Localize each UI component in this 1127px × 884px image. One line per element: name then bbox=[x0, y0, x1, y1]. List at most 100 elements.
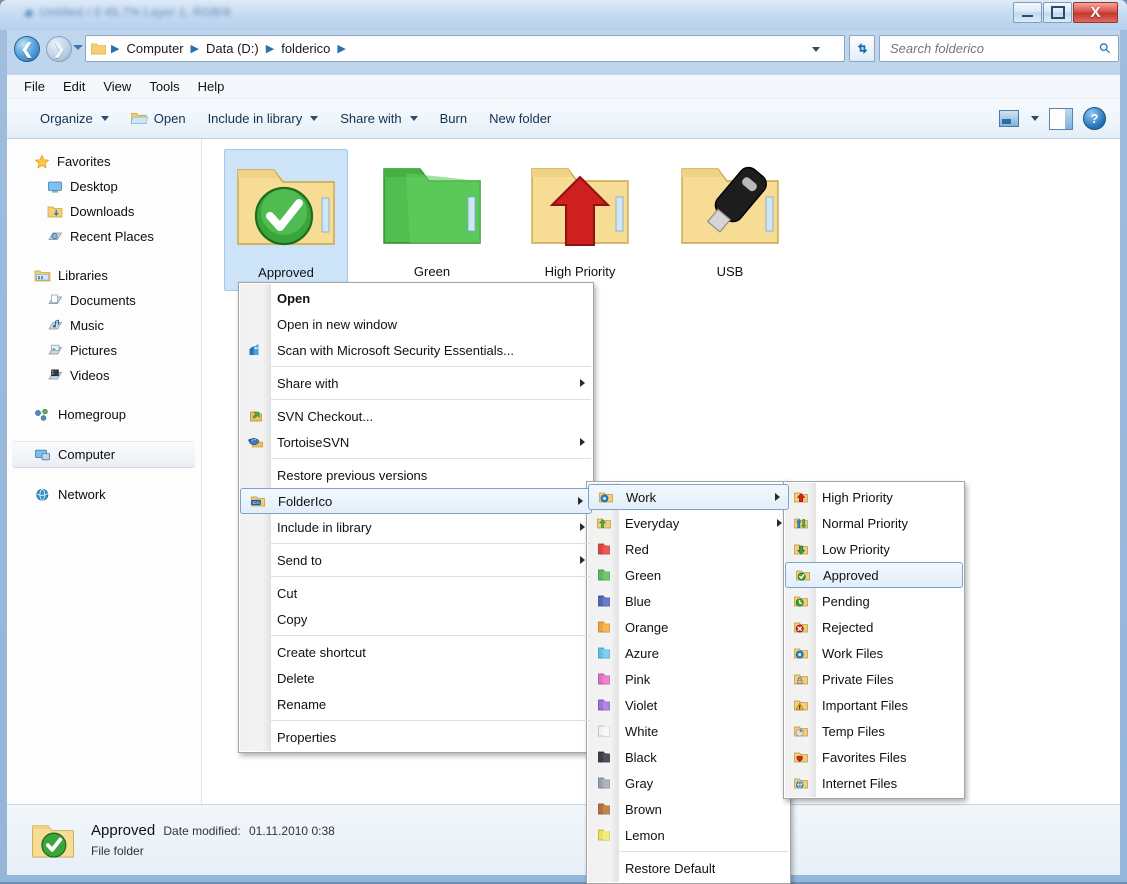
context-menu-item-share-with[interactable]: Share with bbox=[239, 370, 593, 396]
submenu-item-violet[interactable]: Violet bbox=[587, 692, 790, 718]
breadcrumb-item-data-d[interactable]: Data (D:) bbox=[204, 41, 261, 56]
context-menu[interactable]: Open Open in new window Scan with Micros… bbox=[238, 282, 594, 753]
context-menu-item-tortoisesvn[interactable]: TortoiseSVN bbox=[239, 429, 593, 455]
context-menu-item-send-to[interactable]: Send to bbox=[239, 547, 593, 573]
organize-button[interactable]: Organize bbox=[29, 106, 120, 131]
file-item-high-priority[interactable]: High Priority bbox=[518, 149, 642, 279]
search-icon[interactable]: ⚲ bbox=[1095, 39, 1114, 58]
sidebar-item-libraries[interactable]: Libraries bbox=[7, 263, 201, 288]
work-item-rejected[interactable]: Rejected bbox=[784, 614, 964, 640]
share-with-button[interactable]: Share with bbox=[329, 106, 428, 131]
menu-edit[interactable]: Edit bbox=[54, 77, 94, 96]
recent-pages-dropdown-icon[interactable] bbox=[73, 45, 83, 50]
context-menu-item-properties[interactable]: Properties bbox=[239, 724, 593, 750]
work-item-high-priority[interactable]: High Priority bbox=[784, 484, 964, 510]
search-box[interactable]: ⚲ bbox=[879, 35, 1119, 62]
context-menu-item-include-in-library[interactable]: Include in library bbox=[239, 514, 593, 540]
sidebar-item-desktop[interactable]: Desktop bbox=[7, 174, 201, 199]
breadcrumb-sep-icon[interactable]: ▶ bbox=[261, 42, 279, 55]
submenu-item-gray[interactable]: Gray bbox=[587, 770, 790, 796]
submenu-item-green[interactable]: Green bbox=[587, 562, 790, 588]
work-item-favorites-files[interactable]: Favorites Files bbox=[784, 744, 964, 770]
share-with-label: Share with bbox=[340, 111, 402, 126]
work-item-private-files[interactable]: Private Files bbox=[784, 666, 964, 692]
work-submenu[interactable]: High Priority Normal Priority Low Priori… bbox=[783, 481, 965, 799]
submenu-item-orange[interactable]: Orange bbox=[587, 614, 790, 640]
submenu-item-everyday[interactable]: Everyday bbox=[587, 510, 790, 536]
sidebar-item-computer[interactable]: Computer bbox=[12, 441, 195, 468]
work-item-pending[interactable]: Pending bbox=[784, 588, 964, 614]
breadcrumb-item-computer[interactable]: Computer bbox=[124, 41, 185, 56]
open-button[interactable]: Open bbox=[120, 106, 197, 131]
submenu-item-red[interactable]: Red bbox=[587, 536, 790, 562]
menu-file[interactable]: File bbox=[15, 77, 54, 96]
menu-help[interactable]: Help bbox=[189, 77, 234, 96]
submenu-item-work[interactable]: Work bbox=[588, 484, 789, 510]
breadcrumb-sep-icon[interactable]: ▶ bbox=[332, 42, 350, 55]
help-icon[interactable]: ? bbox=[1083, 107, 1106, 130]
breadcrumb-sep-icon[interactable]: ▶ bbox=[186, 42, 204, 55]
sidebar-item-pictures[interactable]: Pictures bbox=[7, 338, 201, 363]
context-menu-item-cut[interactable]: Cut bbox=[239, 580, 593, 606]
submenu-item-azure[interactable]: Azure bbox=[587, 640, 790, 666]
work-item-work-files[interactable]: Work Files bbox=[784, 640, 964, 666]
include-in-library-button[interactable]: Include in library bbox=[197, 106, 330, 131]
breadcrumb-item-folderico[interactable]: folderico bbox=[279, 41, 332, 56]
submenu-item-black[interactable]: Black bbox=[587, 744, 790, 770]
file-item-green[interactable]: Green bbox=[370, 149, 494, 279]
chevron-down-icon[interactable] bbox=[812, 47, 820, 52]
breadcrumb[interactable]: ▶ Computer ▶ Data (D:) ▶ folderico ▶ bbox=[85, 35, 845, 62]
minimize-button[interactable] bbox=[1013, 2, 1042, 23]
work-item-approved[interactable]: Approved bbox=[785, 562, 963, 588]
work-item-temp-files[interactable]: Temp Files bbox=[784, 718, 964, 744]
context-menu-item-scan-with-mse[interactable]: Scan with Microsoft Security Essentials.… bbox=[239, 337, 593, 363]
new-folder-button[interactable]: New folder bbox=[478, 106, 562, 131]
burn-button[interactable]: Burn bbox=[429, 106, 478, 131]
context-menu-item-copy[interactable]: Copy bbox=[239, 606, 593, 632]
sidebar-item-network[interactable]: Network bbox=[7, 482, 201, 507]
menu-tools[interactable]: Tools bbox=[140, 77, 188, 96]
file-item-approved[interactable]: Approved bbox=[224, 149, 348, 291]
work-item-important-files[interactable]: Important Files bbox=[784, 692, 964, 718]
sidebar-label: Libraries bbox=[58, 268, 108, 283]
close-button[interactable]: X bbox=[1073, 2, 1118, 23]
context-menu-item-open-in-new-window[interactable]: Open in new window bbox=[239, 311, 593, 337]
context-menu-item-rename[interactable]: Rename bbox=[239, 691, 593, 717]
sidebar-label: Recent Places bbox=[70, 229, 154, 244]
submenu-item-brown[interactable]: Brown bbox=[587, 796, 790, 822]
back-button[interactable]: ❮ bbox=[14, 36, 40, 62]
context-menu-item-delete[interactable]: Delete bbox=[239, 665, 593, 691]
context-menu-item-restore-previous-versions[interactable]: Restore previous versions bbox=[239, 462, 593, 488]
submenu-item-pink[interactable]: Pink bbox=[587, 666, 790, 692]
change-view-icon[interactable] bbox=[999, 110, 1019, 127]
context-menu-item-open[interactable]: Open bbox=[239, 285, 593, 311]
address-bar-row: ❮ ❯ ▶ Computer ▶ Data (D:) ▶ folderico ▶… bbox=[7, 32, 1120, 66]
sidebar-item-recent-places[interactable]: Recent Places bbox=[7, 224, 201, 249]
file-item-usb[interactable]: USB bbox=[668, 149, 792, 279]
submenu-item-lemon[interactable]: Lemon bbox=[587, 822, 790, 848]
folderico-submenu[interactable]: Work Everyday Red Green Blue Orange Azur… bbox=[586, 481, 791, 884]
sidebar-item-favorites[interactable]: Favorites bbox=[7, 149, 201, 174]
title-bar[interactable]: Untitled / 0 45.7% Layer 1, RGB/8 X bbox=[0, 0, 1127, 30]
submenu-item-blue[interactable]: Blue bbox=[587, 588, 790, 614]
sidebar-item-music[interactable]: Music bbox=[7, 313, 201, 338]
context-menu-item-folderico[interactable]: ICO FolderIco bbox=[240, 488, 592, 514]
submenu-item-restore-default[interactable]: Restore Default bbox=[587, 855, 790, 881]
submenu-item-white[interactable]: White bbox=[587, 718, 790, 744]
work-item-low-priority[interactable]: Low Priority bbox=[784, 536, 964, 562]
work-item-internet-files[interactable]: Internet Files bbox=[784, 770, 964, 796]
forward-button[interactable]: ❯ bbox=[46, 36, 72, 62]
chevron-down-icon[interactable] bbox=[1031, 116, 1039, 121]
menu-view[interactable]: View bbox=[94, 77, 140, 96]
sidebar-item-documents[interactable]: Documents bbox=[7, 288, 201, 313]
work-item-normal-priority[interactable]: Normal Priority bbox=[784, 510, 964, 536]
sidebar-item-videos[interactable]: Videos bbox=[7, 363, 201, 388]
preview-pane-icon[interactable] bbox=[1049, 107, 1073, 130]
maximize-button[interactable] bbox=[1043, 2, 1072, 23]
context-menu-item-svn-checkout[interactable]: SVN Checkout... bbox=[239, 403, 593, 429]
sidebar-item-homegroup[interactable]: Homegroup bbox=[7, 402, 201, 427]
sidebar-item-downloads[interactable]: Downloads bbox=[7, 199, 201, 224]
context-menu-item-create-shortcut[interactable]: Create shortcut bbox=[239, 639, 593, 665]
refresh-button[interactable] bbox=[849, 35, 875, 62]
search-input[interactable] bbox=[888, 40, 1090, 57]
